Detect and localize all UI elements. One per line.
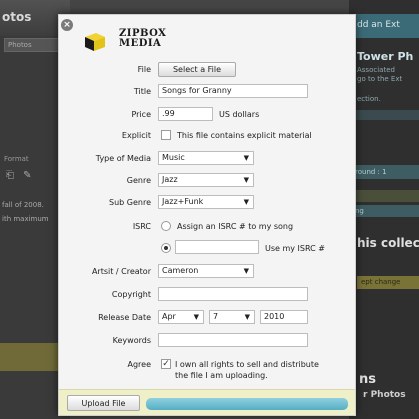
release-day-select[interactable]: 7 ▼ <box>209 310 255 324</box>
brand-line: MEDIA <box>119 38 162 49</box>
background-right-title: Tower Ph <box>357 50 414 63</box>
isrc-own-row: Use my ISRC # <box>59 240 357 256</box>
title-input[interactable]: Songs for Granny <box>158 84 308 98</box>
artist-select[interactable]: Cameron ▼ <box>158 264 254 278</box>
title-label: Title <box>133 87 151 96</box>
chevron-down-icon: ▼ <box>193 313 199 321</box>
artist-select-value: Cameron <box>162 266 199 275</box>
release-month-value: Apr <box>162 312 176 321</box>
release-row: Release Date Apr ▼ 7 ▼ 2010 <box>59 310 357 326</box>
release-year-input[interactable]: 2010 <box>260 310 308 324</box>
chevron-down-icon: ▼ <box>243 154 249 162</box>
media-select-value: Music <box>162 153 185 162</box>
keywords-label: Keywords <box>112 336 151 345</box>
background-right-sub-line: go to the Ext <box>357 75 403 83</box>
chevron-down-icon: ▼ <box>243 176 249 184</box>
subgenre-row: Sub Genre Jazz+Funk ▼ <box>59 195 357 211</box>
subgenre-select-value: Jazz+Funk <box>162 197 204 206</box>
background-right-section: round : 1 <box>349 165 419 179</box>
explicit-checkbox[interactable] <box>161 130 171 140</box>
file-row: File Select a File <box>59 62 357 78</box>
background-right-heading: his collec <box>357 236 419 250</box>
keywords-input[interactable] <box>158 333 308 347</box>
price-input[interactable]: .99 <box>158 107 213 121</box>
background-right-bar <box>353 110 419 120</box>
subgenre-label: Sub Genre <box>109 198 151 207</box>
release-month-select[interactable]: Apr ▼ <box>158 310 204 324</box>
agree-text-line: I own all rights to sell and distribute <box>175 360 319 369</box>
agree-text-line: the file I am uploading. <box>175 371 268 380</box>
background-left-field: Photos <box>4 38 66 52</box>
genre-label: Genre <box>126 176 151 185</box>
isrc-own-radio[interactable] <box>161 243 171 253</box>
release-day-value: 7 <box>213 312 219 321</box>
explicit-label: Explicit <box>121 131 151 140</box>
background-right-heading-2: ns <box>359 372 376 387</box>
price-label: Price <box>131 110 151 119</box>
agree-checkbox[interactable]: ✓ <box>161 359 171 369</box>
upload-progress-fill <box>146 398 348 410</box>
agree-text: I own all rights to sell and distribute … <box>175 359 319 381</box>
background-right-section <box>349 190 419 202</box>
price-unit: US dollars <box>219 110 260 119</box>
background-right-button: ept change <box>357 276 419 289</box>
upload-progress-bar <box>146 398 348 410</box>
explicit-row: Explicit This file contains explicit mat… <box>59 128 357 144</box>
media-select[interactable]: Music ▼ <box>158 151 254 165</box>
isrc-assign-radio[interactable] <box>161 221 171 231</box>
close-icon[interactable]: × <box>61 19 73 31</box>
brand-name: ZIPBOX MEDIA <box>119 29 166 49</box>
genre-select[interactable]: Jazz ▼ <box>158 173 254 187</box>
title-row: Title Songs for Granny <box>59 84 357 100</box>
agree-label: Agree <box>127 360 151 369</box>
isrc-label: ISRC <box>132 222 151 231</box>
select-file-button[interactable]: Select a File <box>158 62 236 77</box>
upload-dialog: × ZIPBOX MEDIA File Select a File Title … <box>58 14 356 416</box>
background-right-sub-line: Associated <box>357 66 395 74</box>
background-right-header: dd an Ext <box>349 14 419 38</box>
artist-label: Artsit / Creator <box>91 267 151 276</box>
background-right-photos-label: r Photos <box>363 390 406 400</box>
media-row: Type of Media Music ▼ <box>59 151 357 167</box>
isrc-row: ISRC Assign an ISRC # to my song <box>59 219 357 235</box>
zipbox-logo-icon <box>85 33 105 51</box>
keywords-row: Keywords <box>59 333 357 349</box>
explicit-text: This file contains explicit material <box>177 131 312 140</box>
agree-row: Agree ✓ I own all rights to sell and dis… <box>59 357 357 381</box>
background-right-sub: Associated go to the Ext <box>357 66 402 84</box>
chevron-down-icon: ▼ <box>244 313 250 321</box>
file-label: File <box>137 65 151 74</box>
copyright-row: Copyright <box>59 287 357 303</box>
copyright-label: Copyright <box>111 290 151 299</box>
isrc-assign-text: Assign an ISRC # to my song <box>177 222 294 231</box>
background-right-panel: dd an Ext Tower Ph Associated go to the … <box>349 0 419 419</box>
background-right-link: ection. <box>357 95 381 103</box>
isrc-own-text: Use my ISRC # <box>265 244 325 253</box>
chevron-down-icon: ▼ <box>243 198 249 206</box>
artist-row: Artsit / Creator Cameron ▼ <box>59 264 357 280</box>
release-label: Release Date <box>98 313 151 322</box>
price-row: Price .99 US dollars <box>59 107 357 123</box>
background-left-title: otos <box>2 10 32 24</box>
isrc-own-input[interactable] <box>175 240 259 254</box>
upload-file-button[interactable]: Upload File <box>67 395 140 411</box>
chevron-down-icon: ▼ <box>243 267 249 275</box>
genre-row: Genre Jazz ▼ <box>59 173 357 189</box>
dialog-footer: Upload File <box>59 389 355 415</box>
media-label: Type of Media <box>95 154 151 163</box>
copyright-input[interactable] <box>158 287 308 301</box>
genre-select-value: Jazz <box>162 175 178 184</box>
background-right-section: ng <box>349 205 419 217</box>
subgenre-select[interactable]: Jazz+Funk ▼ <box>158 195 254 209</box>
